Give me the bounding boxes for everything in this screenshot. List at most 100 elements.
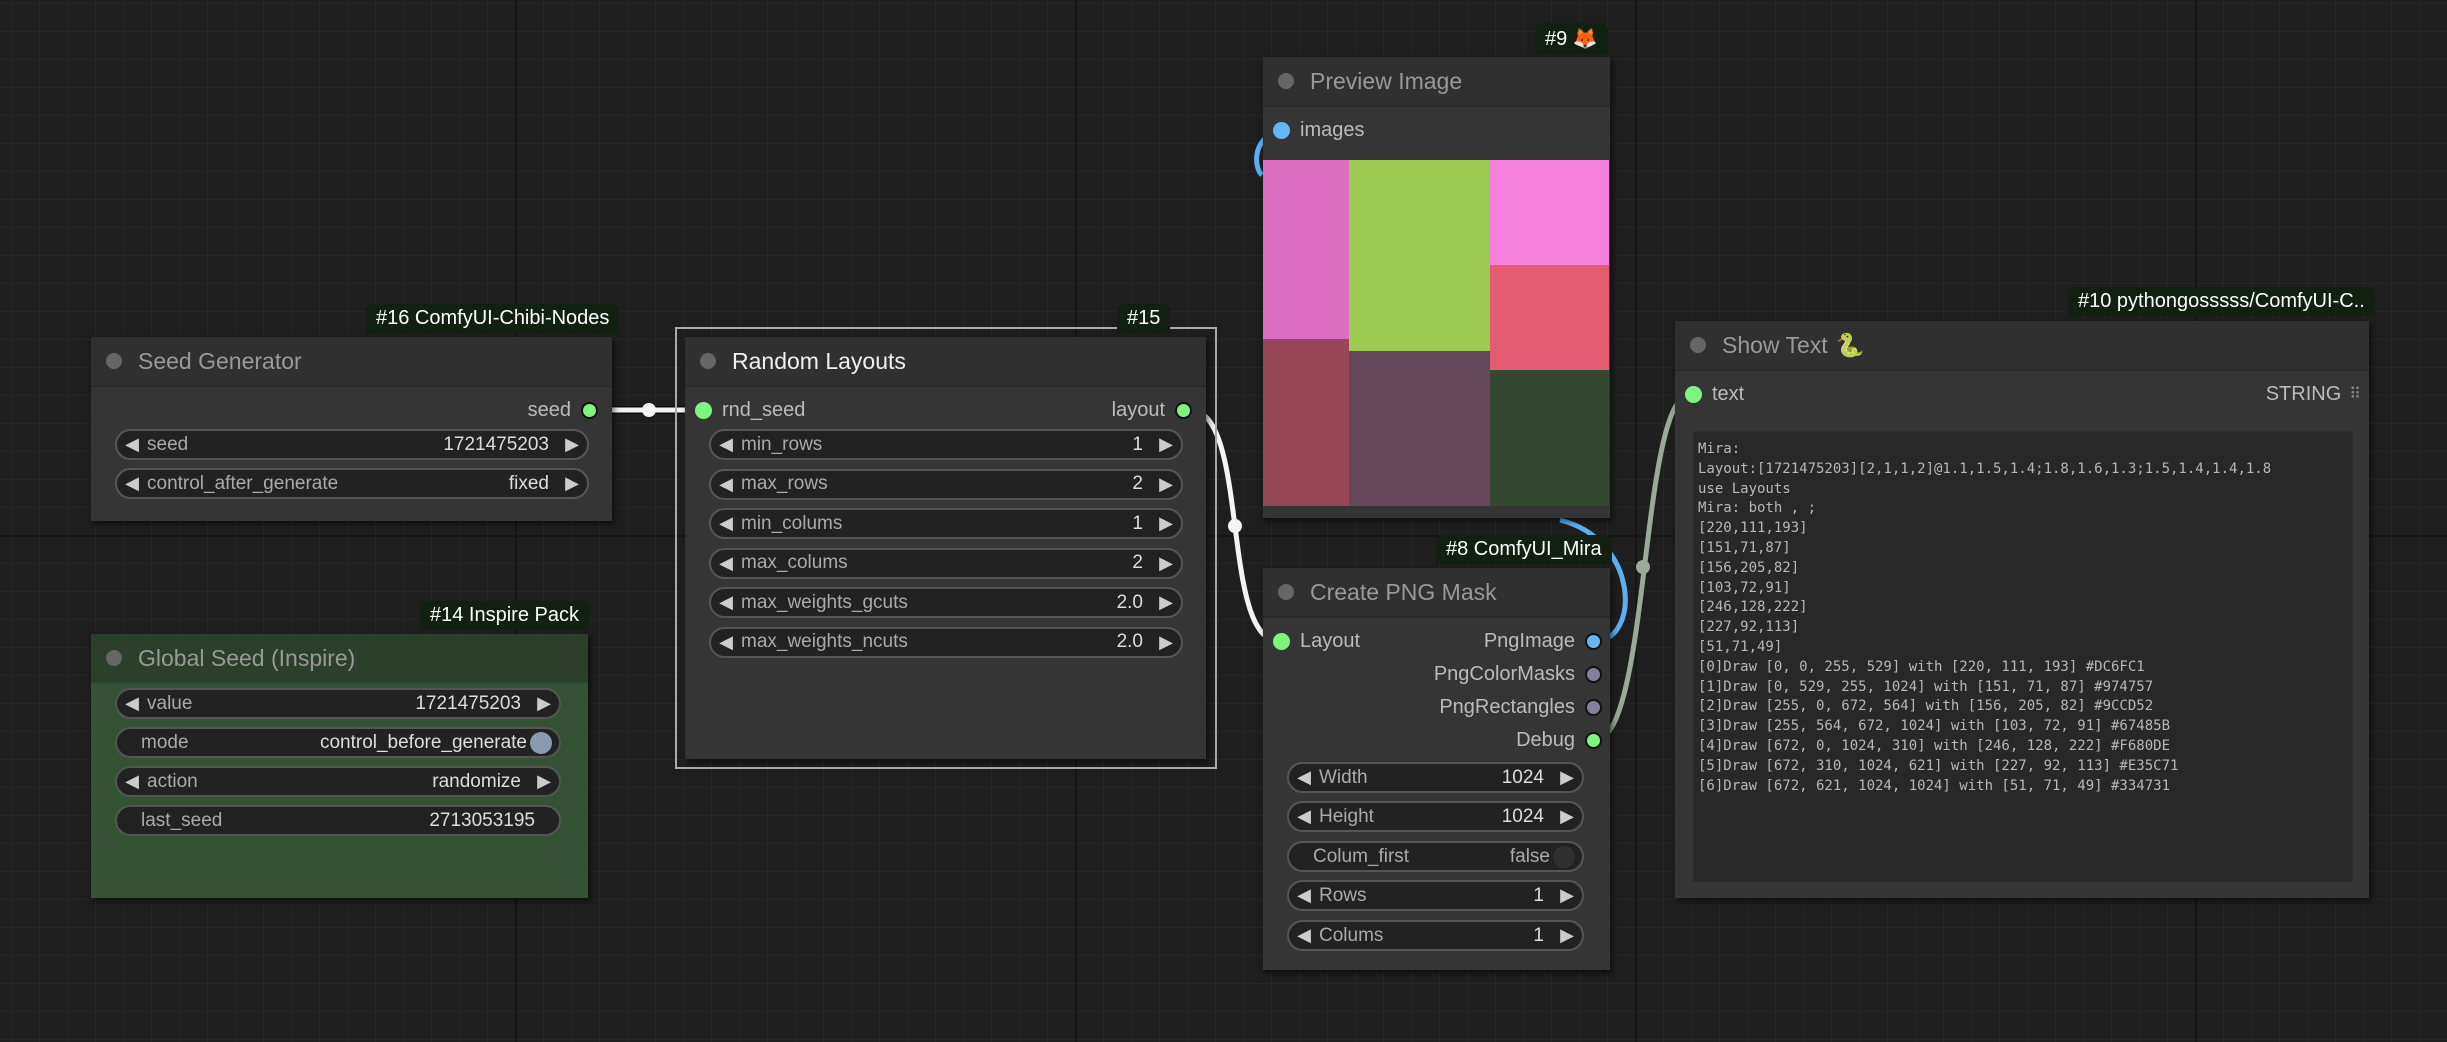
increment-arrow-icon[interactable]: ▶ xyxy=(1552,767,1582,788)
decrement-arrow-icon[interactable]: ◀ xyxy=(1289,925,1319,946)
slot-dot-icon[interactable] xyxy=(1685,385,1702,403)
node-title-bar[interactable]: Create PNG Mask xyxy=(1263,568,1610,618)
increment-arrow-icon[interactable]: ▶ xyxy=(1151,592,1181,613)
collapse-dot-icon[interactable] xyxy=(1278,584,1294,600)
widget-value[interactable]: control_before_generate xyxy=(320,732,527,754)
widget-min-colums[interactable]: ◀ min_colums 1 ▶ xyxy=(709,508,1183,539)
collapse-dot-icon[interactable] xyxy=(700,353,716,369)
toggle-off-icon[interactable] xyxy=(1553,845,1575,868)
node-title-bar[interactable]: Seed Generator xyxy=(91,337,612,387)
preview-image[interactable] xyxy=(1263,160,1609,506)
increment-arrow-icon[interactable]: ▶ xyxy=(1552,925,1582,946)
slot-dot-icon[interactable] xyxy=(1585,698,1602,716)
widget-value[interactable]: false xyxy=(1510,846,1550,868)
slot-dot-icon[interactable] xyxy=(1585,632,1602,650)
widget-action[interactable]: ◀ action randomize ▶ xyxy=(115,766,561,797)
output-slot-pngcolormasks[interactable]: PngColorMasks xyxy=(1434,661,1602,687)
input-slot-text[interactable]: text xyxy=(1685,381,1744,407)
slot-dot-icon[interactable] xyxy=(1175,401,1192,419)
decrement-arrow-icon[interactable]: ◀ xyxy=(711,434,741,455)
input-slot-images[interactable]: images xyxy=(1273,117,1364,143)
widget-colum-first[interactable]: Colum_first false xyxy=(1287,841,1584,872)
increment-arrow-icon[interactable]: ▶ xyxy=(1151,553,1181,574)
widget-rows[interactable]: ◀ Rows 1 ▶ xyxy=(1287,880,1584,911)
slot-dot-icon[interactable] xyxy=(581,401,598,419)
slot-dot-icon[interactable] xyxy=(1273,632,1290,650)
widget-value[interactable]: 1 xyxy=(1132,513,1143,535)
increment-arrow-icon[interactable]: ▶ xyxy=(557,473,587,494)
decrement-arrow-icon[interactable]: ◀ xyxy=(117,771,147,792)
increment-arrow-icon[interactable]: ▶ xyxy=(529,771,559,792)
widget-value[interactable]: 1024 xyxy=(1502,767,1544,789)
output-slot-seed[interactable]: seed xyxy=(528,397,598,423)
slot-dot-icon[interactable] xyxy=(1585,665,1602,683)
widget-min-rows[interactable]: ◀ min_rows 1 ▶ xyxy=(709,429,1183,460)
widget-max-colums[interactable]: ◀ max_colums 2 ▶ xyxy=(709,547,1183,579)
collapse-dot-icon[interactable] xyxy=(106,650,122,666)
increment-arrow-icon[interactable]: ▶ xyxy=(557,434,587,455)
output-slot-debug[interactable]: Debug xyxy=(1516,727,1602,753)
node-preview-image[interactable]: Preview Image images xyxy=(1263,57,1610,518)
widget-value[interactable]: 1 xyxy=(1533,925,1544,947)
slot-dot-icon[interactable] xyxy=(1585,731,1602,749)
output-slot-pngrectangles[interactable]: PngRectangles xyxy=(1439,694,1602,720)
slot-dot-icon[interactable] xyxy=(695,401,712,419)
decrement-arrow-icon[interactable]: ◀ xyxy=(711,553,741,574)
node-show-text[interactable]: Show Text 🐍 text STRING ⠿ Mira: Layout:[1… xyxy=(1675,321,2369,898)
node-random-layouts[interactable]: Random Layouts rnd_seed layout ◀ min_rows… xyxy=(685,337,1206,759)
collapse-dot-icon[interactable] xyxy=(1690,337,1706,353)
widget-control-after-generate[interactable]: ◀ control_after_generate fixed ▶ xyxy=(115,468,589,499)
toggle-on-icon[interactable] xyxy=(530,731,552,754)
node-seed-generator[interactable]: Seed Generator seed ◀ seed 1721475203 ▶ … xyxy=(91,337,612,521)
collapse-dot-icon[interactable] xyxy=(1278,73,1294,89)
widget-value[interactable]: 2.0 xyxy=(1117,631,1143,653)
widget-seed[interactable]: ◀ seed 1721475203 ▶ xyxy=(115,429,589,460)
widget-value[interactable]: 1 xyxy=(1132,434,1143,456)
collapse-dot-icon[interactable] xyxy=(106,353,122,369)
increment-arrow-icon[interactable]: ▶ xyxy=(1552,885,1582,906)
decrement-arrow-icon[interactable]: ◀ xyxy=(117,473,147,494)
widget-max-rows[interactable]: ◀ max_rows 2 ▶ xyxy=(709,468,1183,500)
output-slot-string[interactable]: STRING ⠿ xyxy=(2266,381,2361,407)
decrement-arrow-icon[interactable]: ◀ xyxy=(1289,885,1319,906)
output-slot-pngimage[interactable]: PngImage xyxy=(1484,628,1602,654)
widget-height[interactable]: ◀ Height 1024 ▶ xyxy=(1287,801,1584,832)
widget-max-weights-ncuts[interactable]: ◀ max_weights_ncuts 2.0 ▶ xyxy=(709,626,1183,658)
widget-value[interactable]: ◀ value 1721475203 ▶ xyxy=(115,688,561,719)
widget-value[interactable]: randomize xyxy=(432,771,521,793)
output-slot-layout[interactable]: layout xyxy=(1112,397,1192,423)
increment-arrow-icon[interactable]: ▶ xyxy=(1151,474,1181,495)
widget-value[interactable]: 2713053195 xyxy=(429,810,535,832)
widget-width[interactable]: ◀ Width 1024 ▶ xyxy=(1287,762,1584,793)
widget-value[interactable]: 1721475203 xyxy=(415,693,521,715)
decrement-arrow-icon[interactable]: ◀ xyxy=(711,592,741,613)
slot-dot-icon[interactable] xyxy=(1273,121,1290,139)
input-slot-layout[interactable]: Layout xyxy=(1273,628,1360,654)
increment-arrow-icon[interactable]: ▶ xyxy=(1151,513,1181,534)
decrement-arrow-icon[interactable]: ◀ xyxy=(711,474,741,495)
widget-max-weights-gcuts[interactable]: ◀ max_weights_gcuts 2.0 ▶ xyxy=(709,587,1183,618)
grid-list-icon[interactable]: ⠿ xyxy=(2349,384,2361,404)
widget-value[interactable]: 2 xyxy=(1132,552,1143,574)
increment-arrow-icon[interactable]: ▶ xyxy=(1151,434,1181,455)
widget-value[interactable]: 2 xyxy=(1132,473,1143,495)
node-title-bar[interactable]: Global Seed (Inspire) xyxy=(91,634,588,684)
node-title-bar[interactable]: Random Layouts xyxy=(685,337,1206,387)
widget-value[interactable]: 1024 xyxy=(1502,806,1544,828)
input-slot-rnd-seed[interactable]: rnd_seed xyxy=(695,397,805,423)
node-create-png-mask[interactable]: Create PNG Mask Layout PngImage PngColor… xyxy=(1263,568,1610,970)
decrement-arrow-icon[interactable]: ◀ xyxy=(711,513,741,534)
decrement-arrow-icon[interactable]: ◀ xyxy=(711,632,741,653)
widget-mode[interactable]: mode control_before_generate xyxy=(115,727,561,758)
widget-value[interactable]: 1 xyxy=(1533,885,1544,907)
widget-value[interactable]: 1721475203 xyxy=(443,434,549,456)
widget-value[interactable]: fixed xyxy=(509,473,549,495)
increment-arrow-icon[interactable]: ▶ xyxy=(1151,632,1181,653)
increment-arrow-icon[interactable]: ▶ xyxy=(529,693,559,714)
decrement-arrow-icon[interactable]: ◀ xyxy=(1289,767,1319,788)
decrement-arrow-icon[interactable]: ◀ xyxy=(1289,806,1319,827)
widget-last-seed[interactable]: last_seed 2713053195 xyxy=(115,805,561,836)
widget-value[interactable]: 2.0 xyxy=(1117,592,1143,614)
node-title-bar[interactable]: Show Text 🐍 xyxy=(1675,321,2369,371)
decrement-arrow-icon[interactable]: ◀ xyxy=(117,434,147,455)
